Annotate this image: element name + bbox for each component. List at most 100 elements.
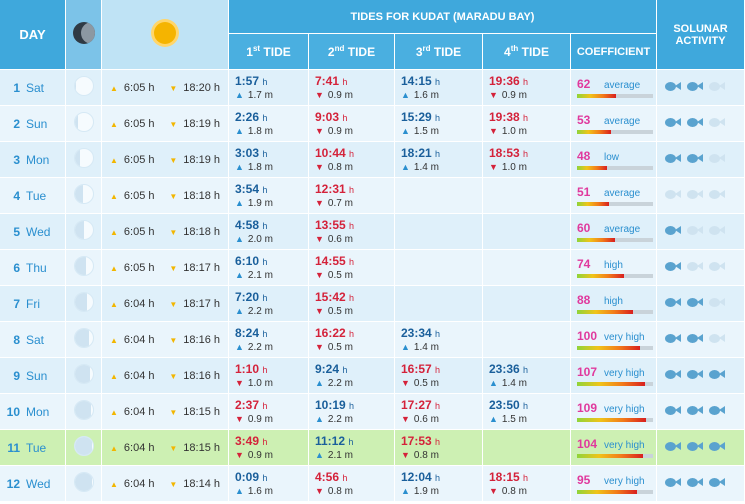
tide-cell-empty [483,178,571,214]
moon-phase-icon [73,328,94,348]
tide-cell: 18:53 h1.0 m [483,142,571,178]
moon-phase-icon [73,76,94,96]
coefficient-cell: 109 very high [571,394,658,430]
coefficient-bar [577,346,653,350]
sunset-time: 18:18 h [169,190,220,202]
tide-cell: 1:10 h1.0 m [229,358,309,394]
tide-cell: 4:58 h2.0 m [229,214,309,250]
tide-cell: 14:55 h0.5 m [309,250,395,286]
sunrise-time: 6:05 h [110,190,155,202]
day-cell[interactable]: 6 Thu [0,250,66,286]
day-cell[interactable]: 4 Tue [0,178,66,214]
tide-cell-empty [483,286,571,322]
day-cell[interactable]: 7 Fri [0,286,66,322]
fish-icon [665,477,682,487]
tide-cell: 18:15 h0.8 m [483,466,571,502]
sun-times-cell: 6:05 h 18:18 h [102,178,229,214]
table-row: 2Sun6:05 h18:19 h2:26 h1.8 m9:03 h0.9 m1… [0,106,745,142]
moon-phase-cell [66,394,102,430]
sun-header [102,0,229,70]
tide-cell: 3:03 h1.8 m [229,142,309,178]
coefficient-bar [577,310,653,314]
fish-icon [687,81,704,91]
day-cell[interactable]: 5 Wed [0,214,66,250]
moon-phase-icon [73,472,94,492]
tide-cell: 23:50 h1.5 m [483,394,571,430]
fish-icon [687,117,704,127]
day-cell[interactable]: 1 Sat [0,70,66,106]
sun-times-cell: 6:04 h 18:16 h [102,322,229,358]
coefficient-bar [577,130,653,134]
day-cell[interactable]: 10 Mon [0,394,66,430]
sunset-time: 18:17 h [169,262,220,274]
coefficient-label: average [604,188,641,199]
tide-cell-empty [483,250,571,286]
sunrise-time: 6:04 h [110,442,155,454]
sunrise-time: 6:05 h [110,226,155,238]
moon-phase-cell [66,178,102,214]
tide-cell: 6:10 h2.1 m [229,250,309,286]
coefficient-value: 107 [577,365,598,379]
sun-times-cell: 6:05 h 18:19 h [102,106,229,142]
fish-icon [665,261,682,271]
tide-cell-empty [483,214,571,250]
coefficient-bar [577,274,653,278]
coefficient-value: 95 [577,473,591,487]
fish-icon [665,117,682,127]
coefficient-label: very high [604,440,645,451]
day-cell[interactable]: 3 Mon [0,142,66,178]
fish-icon [687,225,704,235]
fish-icon [709,405,726,415]
moon-phase-cell [66,286,102,322]
tide1-header: 1st TIDE [229,34,309,70]
solunar-header: SOLUNAR ACTIVITY [657,0,745,70]
coefficient-cell: 60 average [571,214,658,250]
moon-icon [72,22,95,44]
table-row: 5Wed 6:05 h 18:18 h 4:58 h2.0 m13:55 h0.6 m… [0,214,745,250]
tide-cell: 3:49 h0.9 m [229,430,309,466]
sunrise-time: 6:05 h [110,82,155,94]
coefficient-label: average [604,116,641,127]
fish-icon [665,441,682,451]
day-cell[interactable]: 8 Sat [0,322,66,358]
moon-phase-icon [73,436,94,456]
tide-table: DAY TIDES FOR KUDAT (MARADU BAY) SOLUNAR… [0,0,745,502]
sunset-time: 18:16 h [169,370,220,382]
fish-icon [687,441,704,451]
sunset-time: 18:18 h [169,226,220,238]
table-row: 12Wed 6:04 h 18:14 h 0:09 h1.6 m4:56 h0.8 m… [0,466,745,502]
coefficient-value: 51 [577,185,591,199]
tides-title: TIDES FOR KUDAT (MARADU BAY) [229,0,658,34]
coefficient-label: very high [604,476,645,487]
sunrise-time: 6:04 h [110,298,155,310]
fish-icon [709,189,726,199]
tide-cell: 10:19 h2.2 m [309,394,395,430]
coefficient-label: very high [604,404,645,415]
coefficient-value: 109 [577,401,598,415]
coefficient-cell: 74 high [571,250,658,286]
tide-cell-empty [483,430,571,466]
fish-icon [687,369,704,379]
coefficient-bar [577,454,653,458]
coefficient-cell: 88 high [571,286,658,322]
day-cell[interactable]: 2 Sun [0,106,66,142]
moon-phase-cell [66,250,102,286]
sun-times-cell: 6:05 h 18:19 h [102,142,229,178]
tide-cell: 23:34 h1.4 m [395,322,483,358]
tide-cell: 19:36 h0.9 m [483,70,571,106]
table-row: 3Mon 6:05 h 18:19 h 3:03 h1.8 m10:44 h0.8 m… [0,142,745,178]
tide-cell: 7:20 h2.2 m [229,286,309,322]
coefficient-cell: 104 very high [571,430,658,466]
day-cell[interactable]: 12 Wed [0,466,66,502]
tide-cell-empty [483,322,571,358]
coefficient-label: average [604,224,641,235]
coefficient-value: 53 [577,113,591,127]
moon-phase-cell [66,358,102,394]
solunar-cell [657,142,745,178]
solunar-cell [657,250,745,286]
solunar-cell [657,394,745,430]
day-cell[interactable]: 9 Sun [0,358,66,394]
solunar-cell [657,358,745,394]
fish-icon [687,297,704,307]
day-cell[interactable]: 11 Tue [0,430,66,466]
